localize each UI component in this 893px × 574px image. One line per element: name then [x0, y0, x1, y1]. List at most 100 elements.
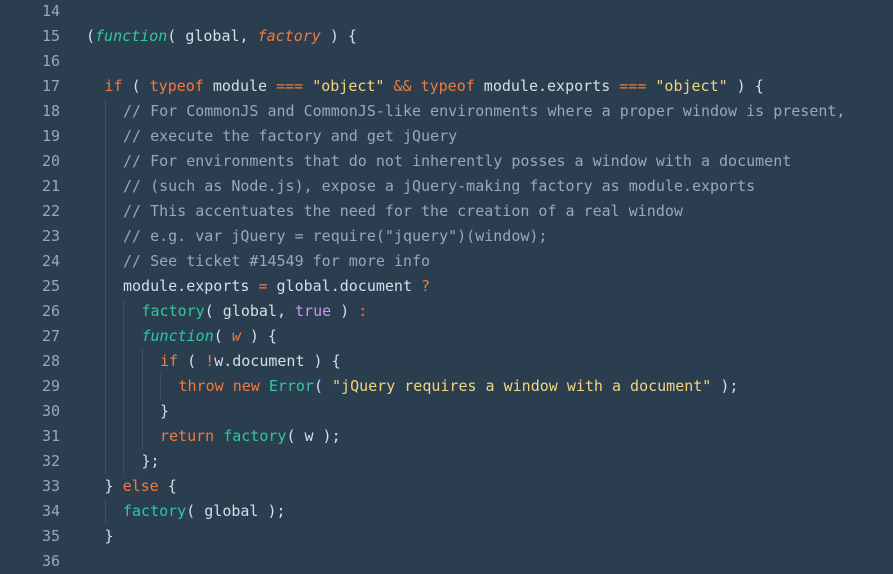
code-line[interactable]: 17 if ( typeof module === "object" && typ…: [0, 74, 893, 99]
code-token: else: [122, 477, 159, 495]
code-line[interactable]: 32};: [0, 449, 893, 474]
code-line[interactable]: 26 factory( global, true ) :: [0, 299, 893, 324]
code-token: };: [141, 452, 160, 470]
indent-guide: [104, 299, 106, 324]
code-token: !: [205, 352, 215, 370]
code-token: global.document: [267, 277, 422, 295]
indent-guide: [104, 249, 106, 274]
code-text: // e.g. var jQuery = require("jquery")(w…: [123, 224, 547, 249]
code-token: ===: [276, 77, 304, 95]
line-number: 28: [41, 352, 60, 370]
line-number: 36: [41, 552, 60, 570]
indent-guide: [141, 374, 143, 399]
code-text: };: [142, 449, 160, 474]
indent-guide: [104, 124, 106, 149]
code-line[interactable]: 33} else {: [0, 474, 893, 499]
code-text: }: [160, 399, 169, 424]
indent-guide: [104, 449, 106, 474]
indent-guide: [123, 324, 124, 349]
code-token: module.exports: [123, 277, 259, 295]
code-line[interactable]: 20 // For environments that do not inhere…: [0, 149, 893, 174]
code-token: "object": [312, 77, 385, 95]
code-token: // See ticket #14549 for more info: [123, 252, 431, 270]
code-line[interactable]: 28 if ( !w.document ) {: [0, 349, 893, 374]
code-token: "jQuery requires a window with a documen…: [332, 377, 712, 395]
code-token: factory: [257, 27, 321, 45]
code-token: :: [358, 302, 368, 320]
code-text: factory( global, true ) :: [142, 299, 368, 324]
indent-guide: [104, 274, 106, 299]
code-token: true: [295, 302, 332, 320]
code-text: // For environments that do not inherent…: [123, 149, 791, 174]
code-token: );: [711, 377, 739, 395]
code-text: // (such as Node.js), expose a jQuery-ma…: [123, 174, 755, 199]
line-number: 14: [41, 2, 60, 20]
indent-guide: [104, 174, 106, 199]
code-token: }: [160, 402, 170, 420]
code-text: return factory( w );: [160, 424, 341, 449]
code-line[interactable]: 14: [0, 0, 893, 24]
code-line[interactable]: 27 function( w ) {: [0, 324, 893, 349]
line-number: 15: [41, 27, 60, 45]
code-token: =: [258, 277, 268, 295]
code-line[interactable]: 15 (function( global, factory ) {: [0, 24, 893, 49]
code-line[interactable]: 31 return factory( w );: [0, 424, 893, 449]
indent-guide: [104, 324, 106, 349]
code-line[interactable]: 16: [0, 49, 893, 74]
code-line[interactable]: 24 // See ticket #14549 for more info: [0, 249, 893, 274]
indent-guide: [104, 199, 106, 224]
code-token: ) {: [727, 77, 764, 95]
code-text: if ( typeof module === "object" && typeo…: [105, 74, 764, 99]
code-token: "object": [655, 77, 728, 95]
code-token: factory: [141, 302, 205, 320]
code-line[interactable]: 19 // execute the factory and get jQuery: [0, 124, 893, 149]
code-line[interactable]: 25 module.exports = global.document ?: [0, 274, 893, 299]
code-line[interactable]: 22 // This accentuates the need for the c…: [0, 199, 893, 224]
code-line[interactable]: 36: [0, 549, 893, 574]
code-token: w: [231, 327, 241, 345]
code-text: // This accentuates the need for the cre…: [123, 199, 683, 224]
code-line[interactable]: 29 throw new Error( "jQuery requires a wi…: [0, 374, 893, 399]
code-line[interactable]: 23 // e.g. var jQuery = require("jquery")…: [0, 224, 893, 249]
line-number: 29: [41, 377, 60, 395]
indent-guide: [104, 224, 106, 249]
code-token: ) {: [240, 327, 277, 345]
code-text: module.exports = global.document ?: [123, 274, 430, 299]
code-token: (: [122, 77, 150, 95]
code-text: if ( !w.document ) {: [160, 349, 341, 374]
code-line[interactable]: 35}: [0, 524, 893, 549]
code-token: ( w );: [286, 427, 341, 445]
code-token: return: [160, 427, 215, 445]
code-line[interactable]: 34 factory( global );: [0, 499, 893, 524]
code-token: function: [141, 327, 214, 345]
code-token: (: [313, 377, 333, 395]
code-line[interactable]: 18 // For CommonJS and CommonJS-like envi…: [0, 99, 893, 124]
indent-guide: [104, 374, 106, 399]
code-token: Error: [268, 377, 314, 395]
code-token: module.exports: [474, 77, 620, 95]
code-token: ( global );: [186, 502, 286, 520]
line-number: 30: [41, 402, 60, 420]
code-text: throw new Error( "jQuery requires a wind…: [179, 374, 739, 399]
line-number: 25: [41, 277, 60, 295]
code-line[interactable]: 21 // (such as Node.js), expose a jQuery-…: [0, 174, 893, 199]
indent-guide: [123, 374, 124, 399]
code-token: typeof: [420, 77, 475, 95]
code-token: factory: [223, 427, 287, 445]
code-editor[interactable]: 14 15 (function( global, factory ) {16 17 if…: [0, 0, 893, 574]
code-token: ===: [619, 77, 647, 95]
code-token: if: [160, 352, 179, 370]
code-token: module: [203, 77, 277, 95]
line-number: 26: [41, 302, 60, 320]
code-text: // See ticket #14549 for more info: [123, 249, 430, 274]
code-token: {: [158, 477, 177, 495]
code-text: (function( global, factory ) {: [86, 24, 357, 49]
code-line[interactable]: 30}: [0, 399, 893, 424]
code-token: ( global,: [204, 302, 296, 320]
indent-guide: [141, 399, 143, 424]
code-token: if: [104, 77, 123, 95]
code-token: ) {: [320, 27, 357, 45]
line-number: 33: [41, 477, 60, 495]
